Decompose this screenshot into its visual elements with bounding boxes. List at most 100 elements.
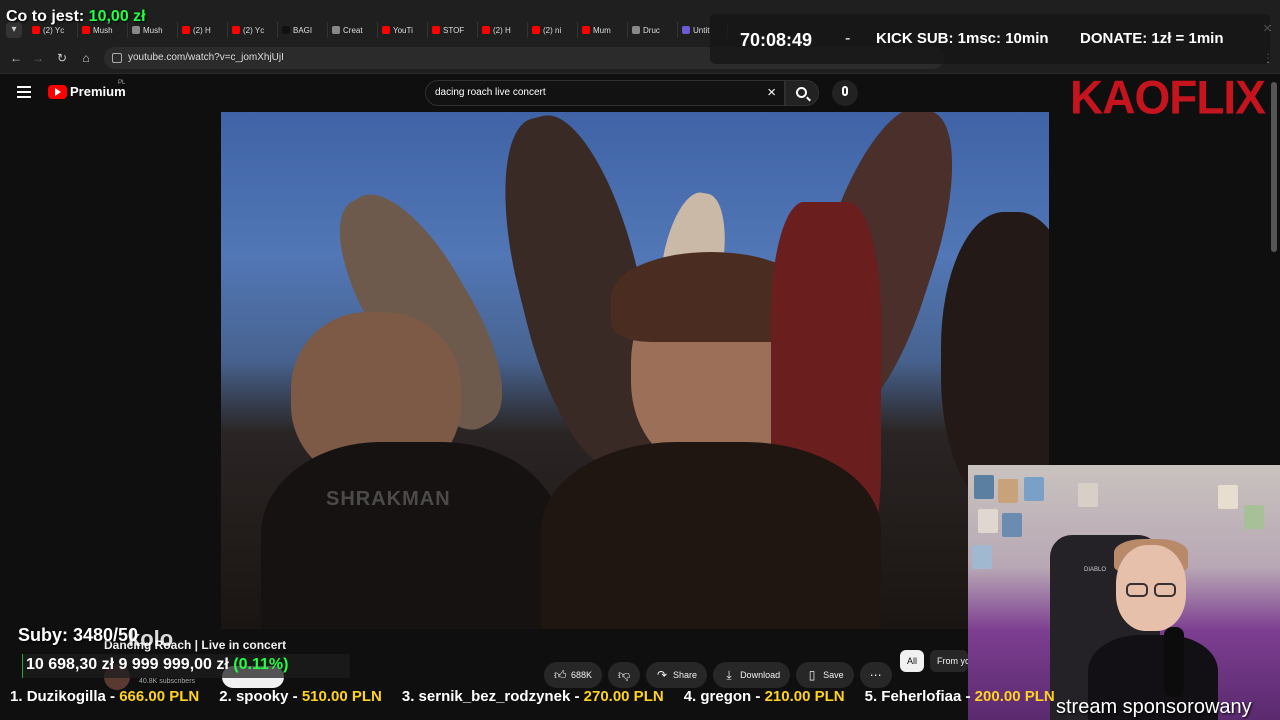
donor-name: spooky <box>235 688 289 705</box>
tab-label: (2) ni <box>543 25 562 35</box>
donor-name: sernik_bez_rodzynek <box>418 688 571 705</box>
download-button[interactable]: ⤓ Download <box>713 662 791 688</box>
share-label: Share <box>673 670 698 680</box>
search-input[interactable]: dacing roach live concert × <box>425 80 785 106</box>
tab-label: Druc <box>643 25 660 35</box>
donor-entry: 2. spooky - 510.00 PLN <box>219 688 382 705</box>
crowd-body <box>541 442 881 629</box>
donor-amount: 210.00 PLN <box>764 688 845 705</box>
donor-entry: 4. gregon - 210.00 PLN <box>684 688 845 705</box>
tab-favicon-icon <box>532 26 540 34</box>
browser-tab[interactable]: (2) H <box>178 22 228 38</box>
home-icon[interactable]: ⌂ <box>78 50 94 66</box>
tab-label: (2) Yc <box>43 25 65 35</box>
timer-separator: - <box>845 30 851 47</box>
dislike-button[interactable]: 👎︎ <box>608 662 641 688</box>
chip-from-channel[interactable]: From yo <box>930 650 968 672</box>
reload-icon[interactable]: ↻ <box>54 50 70 66</box>
donation-goal-bar: 10 698,30 zł 9 999 999,00 zł (0.11%) <box>22 654 350 678</box>
tab-favicon-icon <box>482 26 490 34</box>
tab-favicon-icon <box>632 26 640 34</box>
donor-name: Feherlofiaa <box>881 688 962 705</box>
browser-tab[interactable]: (2) Yc <box>228 22 278 38</box>
browser-tab[interactable]: (2) H <box>478 22 528 38</box>
donor-amount: 510.00 PLN <box>301 688 382 705</box>
wall-poster <box>998 479 1018 503</box>
tab-label: STOF <box>443 25 465 35</box>
wall-poster <box>1218 485 1238 509</box>
stream-timer: 70:08:49 <box>740 30 813 50</box>
browser-tab[interactable]: BAGI <box>278 22 328 38</box>
download-icon: ⤓ <box>726 668 732 682</box>
tab-favicon-icon <box>282 26 290 34</box>
browser-tab[interactable]: Creat <box>328 22 378 38</box>
tab-favicon-icon <box>182 26 190 34</box>
bookmark-icon: ▯ <box>808 668 816 682</box>
tab-favicon-icon <box>232 26 240 34</box>
wall-poster <box>1078 483 1098 507</box>
more-icon: ⋯ <box>869 668 882 682</box>
donor-separator: - <box>570 688 584 705</box>
browser-tab[interactable]: STOF <box>428 22 478 38</box>
tab-label: YouTi <box>393 25 413 35</box>
donor-separator: - <box>105 688 120 705</box>
wall-poster <box>974 475 994 499</box>
download-label: Download <box>740 670 781 680</box>
like-button[interactable]: 👍︎ 688K <box>544 662 603 688</box>
country-code: PL <box>118 80 126 86</box>
donor-rank: 4. <box>683 688 697 705</box>
kick-sub-rate: KICK SUB: 1msc: 10min <box>876 30 1049 47</box>
tab-favicon-icon <box>82 26 90 34</box>
top-donors-ticker: 1. Duzikogilla - 666.00 PLN 2. spooky - 5… <box>0 688 1280 710</box>
donor-name: gregon <box>700 688 752 705</box>
tab-favicon-icon <box>32 26 40 34</box>
tab-favicon-icon <box>332 26 340 34</box>
back-icon[interactable]: ← <box>8 50 24 66</box>
tab-favicon-icon <box>682 26 690 34</box>
search-query-text: dacing roach live concert <box>435 87 546 98</box>
tab-label: (2) Yc <box>243 25 265 35</box>
microphone-icon <box>842 86 848 96</box>
tab-label: Creat <box>343 25 363 35</box>
subscriber-count: 40.8K subscribers <box>139 678 196 685</box>
donor-amount: 666.00 PLN <box>119 688 200 705</box>
donate-question: Co to jest: 10,00 zł <box>6 8 146 26</box>
goal-current: 10 698,30 zł <box>26 656 115 673</box>
goal-target: 9 999 999,00 zł <box>114 656 229 673</box>
clear-search-icon[interactable]: × <box>767 81 776 105</box>
tab-label: BAGI <box>293 25 313 35</box>
site-info-icon[interactable] <box>112 53 122 63</box>
forward-icon[interactable]: → <box>30 50 46 66</box>
donor-entry: 1. Duzikogilla - 666.00 PLN <box>10 688 199 705</box>
search-button[interactable] <box>785 80 819 106</box>
browser-tab[interactable]: YouTi <box>378 22 428 38</box>
streamer-microphone <box>1164 627 1184 697</box>
donate-label: Co to jest: <box>6 8 85 25</box>
wall-poster <box>1024 477 1044 501</box>
more-actions-button[interactable]: ⋯ <box>859 662 892 688</box>
video-player[interactable]: SHRAKMAN <box>221 112 1049 629</box>
hamburger-menu-icon[interactable] <box>17 86 31 98</box>
tab-label: (2) H <box>193 25 211 35</box>
save-button[interactable]: ▯ Save <box>796 662 854 688</box>
donor-entry: 5. Feherlofiaa - 200.00 PLN <box>865 688 1055 705</box>
browser-tab[interactable]: Mum <box>578 22 628 38</box>
browser-tab[interactable]: (2) ni <box>528 22 578 38</box>
glasses-icon <box>1126 583 1178 597</box>
youtube-brand[interactable]: Premium <box>70 84 126 99</box>
donor-rank: 3. <box>401 688 415 705</box>
video-watermark: SHRAKMAN <box>326 488 451 510</box>
chip-all[interactable]: All <box>900 650 925 672</box>
tab-label: Mush <box>143 25 163 35</box>
voice-search-button[interactable] <box>832 80 858 106</box>
donate-rate: DONATE: 1zł = 1min <box>1080 30 1224 47</box>
tab-label: (2) H <box>493 25 511 35</box>
browser-tab[interactable]: Druc <box>628 22 678 38</box>
page-scrollbar[interactable] <box>1271 82 1277 252</box>
youtube-logo-icon[interactable] <box>48 85 67 99</box>
video-actions: 👍︎ 688K 👎︎ ↷ Share ⤓ Download ▯ Save ⋯ <box>544 662 892 688</box>
donate-value: 10,00 zł <box>88 8 146 25</box>
share-button[interactable]: ↷ Share <box>646 662 708 688</box>
chair-brand: DIABLO <box>1084 567 1107 573</box>
tab-favicon-icon <box>132 26 140 34</box>
